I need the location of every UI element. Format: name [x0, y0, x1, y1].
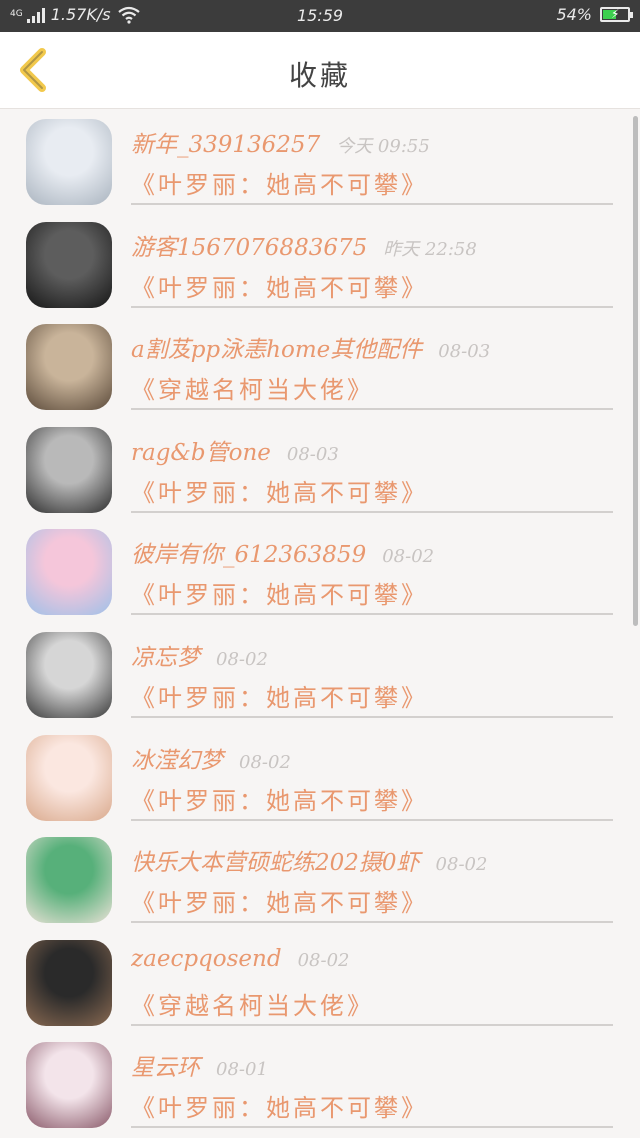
divider [131, 715, 613, 718]
timestamp: 08-03 [438, 341, 491, 363]
list-item[interactable]: 冰滢幻梦 08-02 《叶罗丽：她高不可攀》 [0, 725, 640, 828]
book-title[interactable]: 《叶罗丽：她高不可攀》 [131, 1088, 428, 1123]
timestamp: 08-02 [435, 854, 488, 876]
status-bar: 4G 1.57K/s 15:59 54% ⚡ [0, 0, 640, 32]
username[interactable]: 彼岸有你_612363859 [131, 542, 366, 568]
username[interactable]: 新年_339136257 [131, 132, 320, 158]
book-title[interactable]: 《穿越名柯当大佬》 [131, 986, 374, 1021]
status-right: 54% ⚡ [556, 5, 633, 24]
user-line: 游客1567076883675 昨天 22:58 [131, 228, 600, 262]
timestamp: 08-02 [297, 949, 350, 971]
book-title[interactable]: 《叶罗丽：她高不可攀》 [131, 473, 428, 508]
book-title[interactable]: 《叶罗丽：她高不可攀》 [131, 268, 428, 303]
list-item[interactable]: zaecpqosend 08-02 《穿越名柯当大佬》 [0, 930, 640, 1033]
timestamp: 08-02 [216, 648, 268, 670]
divider [131, 1126, 613, 1129]
timestamp: 08-01 [216, 1059, 268, 1081]
list-item[interactable]: rag&b管one 08-03 《叶罗丽：她高不可攀》 [0, 417, 640, 520]
divider [131, 408, 613, 411]
username[interactable]: 快乐大本营硕蛇练202摄0虾 [131, 850, 420, 876]
favorites-list[interactable]: 新年_339136257 今天 09:55 《叶罗丽：她高不可攀》 游客1567076… [0, 109, 640, 1138]
book-title[interactable]: 《叶罗丽：她高不可攀》 [131, 781, 428, 816]
battery-icon: ⚡ [600, 7, 633, 22]
timestamp: 08-02 [239, 751, 291, 773]
avatar[interactable] [26, 939, 112, 1026]
divider [131, 203, 613, 205]
book-title[interactable]: 《叶罗丽：她高不可攀》 [131, 883, 428, 918]
app-header: 收藏 [0, 32, 640, 109]
battery-percent: 54% [556, 5, 592, 24]
book-title[interactable]: 《叶罗丽：她高不可攀》 [131, 165, 428, 200]
user-line: 新年_339136257 今天 09:55 [131, 125, 600, 159]
avatar[interactable] [26, 631, 112, 718]
list-item[interactable]: 星云环 08-01 《叶罗丽：她高不可攀》 [0, 1032, 640, 1135]
divider [131, 510, 613, 513]
user-line: zaecpqosend 08-02 [131, 946, 600, 972]
user-line: 冰滢幻梦 08-02 [131, 741, 600, 775]
user-line: rag&b管one 08-03 [131, 433, 600, 467]
list-item[interactable]: a割芨pp泳恚home其他配件 08-03 《穿越名柯当大佬》 [0, 314, 640, 417]
avatar[interactable] [26, 1042, 112, 1129]
avatar[interactable] [26, 529, 112, 616]
book-title[interactable]: 《穿越名柯当大佬》 [131, 370, 374, 405]
user-line: a割芨pp泳恚home其他配件 08-03 [131, 330, 600, 364]
avatar[interactable] [26, 734, 112, 821]
avatar[interactable] [26, 324, 112, 411]
book-title[interactable]: 《叶罗丽：她高不可攀》 [131, 575, 428, 610]
scrollbar[interactable] [633, 116, 638, 626]
avatar[interactable] [26, 119, 112, 205]
divider [131, 921, 613, 924]
username[interactable]: 冰滢幻梦 [131, 748, 223, 774]
divider [131, 305, 613, 308]
user-line: 彼岸有你_612363859 08-02 [131, 535, 600, 569]
page-title: 收藏 [288, 59, 351, 92]
user-line: 快乐大本营硕蛇练202摄0虾 08-02 [131, 843, 600, 877]
username[interactable]: rag&b管one [131, 440, 271, 466]
clock: 15:59 [296, 6, 344, 25]
username[interactable]: 凉忘梦 [131, 645, 200, 671]
list-item[interactable]: 彼岸有你_612363859 08-02 《叶罗丽：她高不可攀》 [0, 519, 640, 622]
timestamp: 08-02 [382, 546, 435, 568]
timestamp: 今天 09:55 [336, 136, 430, 157]
divider [131, 613, 613, 616]
username[interactable]: 星云环 [131, 1055, 200, 1081]
list-item[interactable]: 凉忘梦 08-02 《叶罗丽：她高不可攀》 [0, 622, 640, 725]
timestamp: 昨天 22:58 [383, 238, 477, 260]
avatar[interactable] [26, 426, 112, 513]
username[interactable]: zaecpqosend [131, 946, 282, 972]
avatar[interactable] [26, 837, 112, 924]
user-line: 星云环 08-01 [131, 1048, 600, 1082]
list-item[interactable]: 游客1567076883675 昨天 22:58 《叶罗丽：她高不可攀》 [0, 212, 640, 315]
divider [131, 818, 613, 821]
book-title[interactable]: 《叶罗丽：她高不可攀》 [131, 678, 428, 713]
list-item[interactable]: 新年_339136257 今天 09:55 《叶罗丽：她高不可攀》 [0, 109, 640, 212]
avatar[interactable] [26, 221, 112, 308]
user-line: 凉忘梦 08-02 [131, 638, 600, 672]
timestamp: 08-03 [286, 443, 339, 465]
username[interactable]: 游客1567076883675 [131, 235, 367, 261]
list-item[interactable]: 快乐大本营硕蛇练202摄0虾 08-02 《叶罗丽：她高不可攀》 [0, 827, 640, 930]
username[interactable]: a割芨pp泳恚home其他配件 [131, 337, 422, 363]
divider [131, 1023, 613, 1026]
